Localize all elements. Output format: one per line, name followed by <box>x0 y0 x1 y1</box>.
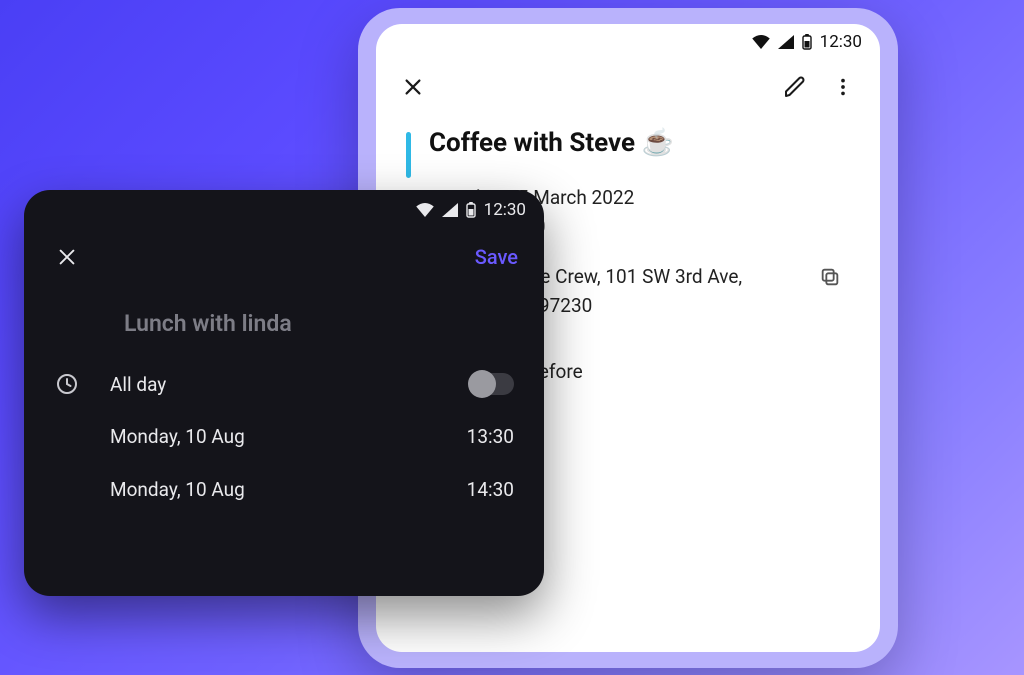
cellular-icon <box>778 35 794 49</box>
status-time: 12:30 <box>820 32 862 52</box>
all-day-toggle[interactable] <box>470 373 514 395</box>
all-day-row: All day <box>24 361 544 407</box>
start-time[interactable]: 13:30 <box>467 425 514 448</box>
status-bar-dark: 12:30 <box>24 190 544 224</box>
end-time[interactable]: 14:30 <box>467 478 514 501</box>
battery-icon <box>466 202 476 218</box>
toolbar-light <box>376 56 880 118</box>
start-date[interactable]: Monday, 10 Aug <box>110 425 467 448</box>
end-date[interactable]: Monday, 10 Aug <box>110 478 467 501</box>
close-button[interactable] <box>50 240 84 274</box>
panel-dark: 12:30 Save Lunch with linda All day Mond… <box>24 190 544 596</box>
wifi-icon <box>416 203 434 217</box>
event-title: Coffee with Steve ☕ <box>429 128 674 158</box>
end-row[interactable]: Monday, 10 Aug 14:30 <box>24 468 544 511</box>
more-button[interactable] <box>826 70 860 104</box>
copy-button[interactable] <box>816 263 844 291</box>
event-accent <box>406 132 411 178</box>
edit-button[interactable] <box>778 70 812 104</box>
start-row[interactable]: Monday, 10 Aug 13:30 <box>24 415 544 458</box>
event-title-input[interactable]: Lunch with linda <box>24 282 544 361</box>
all-day-label: All day <box>110 373 470 396</box>
clock-icon <box>54 371 80 397</box>
toolbar-dark: Save <box>24 224 544 282</box>
status-time: 12:30 <box>484 200 526 220</box>
save-button[interactable]: Save <box>475 245 518 269</box>
status-bar-light: 12:30 <box>376 24 880 56</box>
wifi-icon <box>752 35 770 49</box>
battery-icon <box>802 34 812 50</box>
cellular-icon <box>442 203 458 217</box>
close-button[interactable] <box>396 70 430 104</box>
